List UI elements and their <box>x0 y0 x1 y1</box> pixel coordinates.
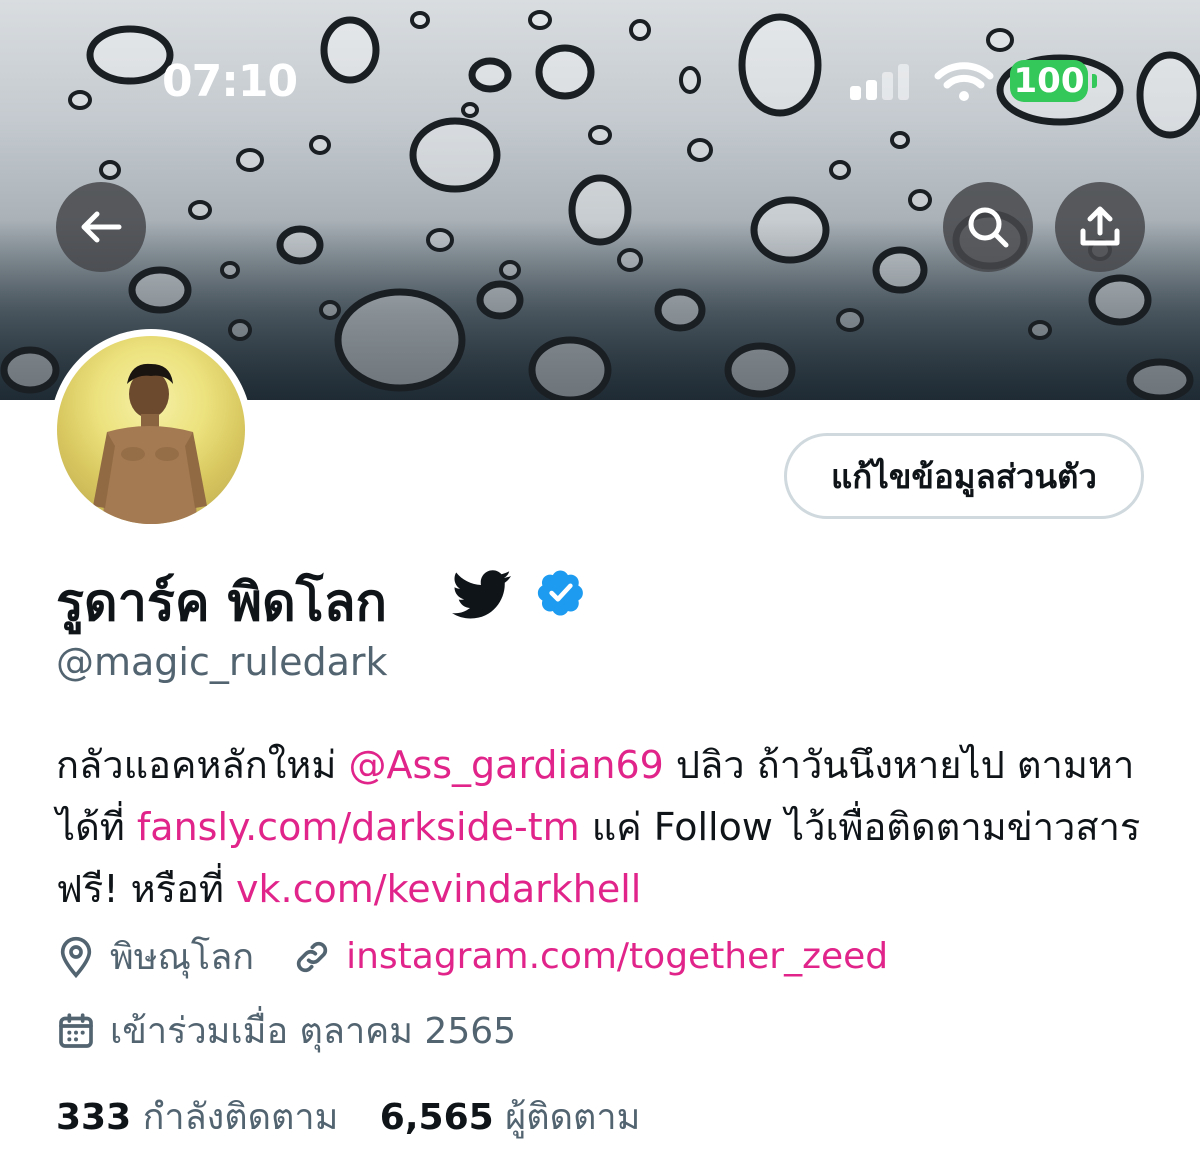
profile-joined-row: เข้าร่วมเมื่อ ตุลาคม 2565 <box>56 1002 516 1059</box>
battery-tip <box>1092 74 1097 88</box>
share-button[interactable] <box>1055 182 1145 272</box>
profile-website-link[interactable]: instagram.com/together_zeed <box>346 936 888 977</box>
location-pin-icon <box>56 935 96 979</box>
search-icon <box>968 207 1009 248</box>
profile-meta-row: พิษณุโลก instagram.com/together_zeed <box>56 928 888 985</box>
avatar-figure-image <box>93 363 207 524</box>
status-time: 07:10 <box>162 56 298 107</box>
edit-profile-button[interactable]: แก้ไขข้อมูลส่วนตัว <box>784 433 1144 519</box>
avatar-photo <box>57 336 245 524</box>
avatar[interactable] <box>50 329 252 531</box>
link-icon <box>292 937 332 977</box>
twitter-bird-icon <box>452 570 511 619</box>
display-name: รูดาร์ค พิดโลก <box>56 573 388 633</box>
back-button[interactable] <box>56 182 146 272</box>
search-button[interactable] <box>943 182 1033 272</box>
share-upload-icon <box>1080 206 1120 246</box>
followers-count: 6,565 <box>379 1097 494 1138</box>
verified-badge-icon <box>537 570 583 616</box>
cellular-signal-icon <box>850 64 914 100</box>
calendar-icon <box>56 1011 96 1051</box>
followers-label: ผู้ติดตาม <box>505 1097 641 1138</box>
follow-stats: 333 กำลังติดตาม 6,565 ผู้ติดตาม <box>56 1088 640 1145</box>
following-label: กำลังติดตาม <box>142 1097 339 1138</box>
bio-vk-link[interactable]: vk.com/kevindarkhell <box>236 867 641 911</box>
profile-bio: กลัวแอคหลักใหม่ @Ass_gardian69 ปลิว ถ้าว… <box>56 734 1166 920</box>
profile-joined-date: เข้าร่วมเมื่อ ตุลาคม 2565 <box>110 1011 517 1052</box>
bio-text-1: กลัวแอคหลักใหม่ <box>56 743 349 787</box>
followers-link[interactable]: 6,565 ผู้ติดตาม <box>380 1097 641 1138</box>
bio-mention-link[interactable]: @Ass_gardian69 <box>348 743 663 787</box>
following-count: 333 <box>56 1097 132 1138</box>
profile-location: พิษณุโลก <box>110 937 255 978</box>
wifi-icon <box>934 62 994 101</box>
bio-fansly-link[interactable]: fansly.com/darkside-tm <box>137 805 580 849</box>
profile-handle: @magic_ruledark <box>56 640 388 684</box>
arrow-left-icon <box>81 211 122 243</box>
following-link[interactable]: 333 กำลังติดตาม <box>56 1097 350 1138</box>
battery-icon: 100 <box>1010 60 1088 102</box>
